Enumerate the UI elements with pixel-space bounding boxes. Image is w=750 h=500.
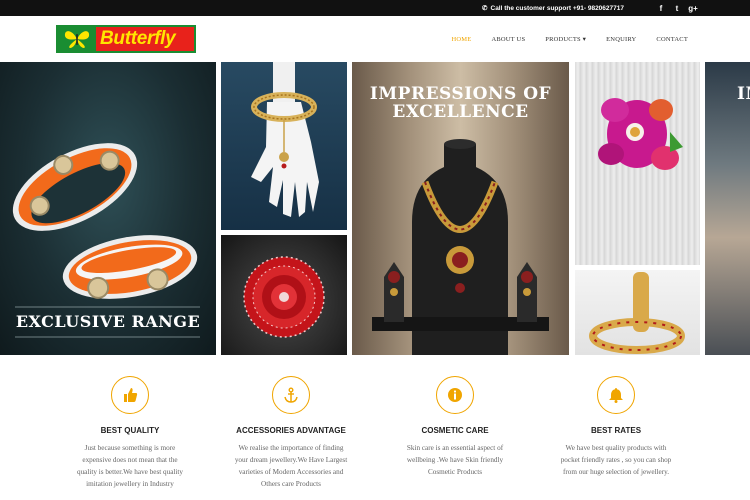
nav-about-us[interactable]: ABOUT US (491, 36, 525, 43)
brand-name: Butterfly (100, 28, 176, 49)
bracelet-image (251, 62, 319, 217)
top-bar: ✆ Call the customer support +91- 9820627… (0, 0, 750, 16)
feature-icon-circle (597, 376, 635, 414)
bell-icon (609, 388, 623, 403)
feature-description: Just because something is more expensive… (55, 442, 205, 490)
support-text: Call the customer support +91- 982062771… (490, 4, 625, 12)
feature-desc-line: your dream jewellery.We Have Largest (234, 456, 348, 464)
nav-products-label: PRODUCTS (545, 36, 581, 43)
feature-cosmetic-care: COSMETIC CARE Skin care is an essential … (380, 376, 530, 478)
customer-support: ✆ Call the customer support +91- 9820627… (482, 4, 625, 13)
gallery-tile-gold-bangles[interactable] (575, 270, 700, 355)
nav-products[interactable]: PRODUCTS ▾ (545, 35, 586, 43)
rose-ring-image (243, 256, 325, 338)
feature-description: We realise the importance of finding you… (216, 442, 366, 490)
gallery-tile-rose-ring[interactable] (221, 235, 347, 355)
feature-desc-line: expensive does not mean that the (82, 456, 178, 464)
caption-impressions-line2: EXCELLENCE (392, 102, 529, 122)
feature-title: ACCESSORIES ADVANTAGE (236, 426, 346, 435)
feature-icon-circle (272, 376, 310, 414)
nav-contact[interactable]: CONTACT (656, 36, 688, 43)
feature-description: Skin care is an essential aspect of well… (380, 442, 530, 478)
gallery-tile-partial[interactable]: IM (705, 62, 750, 355)
feature-title: BEST RATES (590, 426, 642, 435)
butterfly-icon (58, 27, 96, 51)
info-icon (448, 388, 462, 402)
twitter-icon[interactable]: t (672, 4, 682, 13)
features-section: BEST QUALITY Just because something is m… (0, 360, 750, 500)
gallery-tile-necklace[interactable]: IMPRESSIONS OF EXCELLENCE (352, 62, 569, 355)
anchor-icon (284, 387, 298, 403)
nav-enquiry[interactable]: ENQUIRY (606, 36, 636, 43)
feature-desc-line: Skin care is an essential aspect of (406, 444, 504, 452)
nav-home[interactable]: HOME (452, 36, 472, 43)
site-header: Butterfly HOME ABOUT US PRODUCTS ▾ ENQUI… (0, 16, 750, 62)
feature-desc-line: varieties of Modern Accessories and (238, 468, 344, 476)
feature-desc-line: We have best quality products with (565, 444, 667, 452)
gold-bangles-image (589, 272, 685, 354)
feature-best-rates: BEST RATES We have best quality products… (541, 376, 691, 478)
gallery-tile-bracelet[interactable] (221, 62, 347, 230)
feature-desc-line: pocket friendly rates , so you can shop (560, 456, 672, 464)
feature-desc-line: Others care Products (261, 480, 321, 488)
feature-icon-circle (436, 376, 474, 414)
facebook-icon[interactable]: f (656, 4, 666, 13)
feature-desc-line: quality is better.We have best quality (76, 468, 183, 476)
thumbs-up-icon (124, 388, 138, 402)
feature-desc-line: from our huge selection of jewellery. (562, 468, 670, 476)
feature-title: BEST QUALITY (100, 426, 160, 435)
caption-exclusive-range: EXCLUSIVE RANGE (15, 312, 201, 331)
feature-accessories-advantage: ACCESSORIES ADVANTAGE We realise the imp… (216, 376, 366, 490)
feature-desc-line: We realise the importance of finding (238, 444, 344, 452)
feature-best-quality: BEST QUALITY Just because something is m… (55, 376, 205, 490)
gallery-tile-bangles[interactable]: EXCLUSIVE RANGE (0, 62, 216, 355)
product-gallery: EXCLUSIVE RANGE IMPRESSIONS OF EXCELLENC… (0, 62, 750, 355)
feature-desc-line: Cosmetic Products (427, 468, 483, 476)
feature-title: COSMETIC CARE (421, 426, 489, 435)
main-nav: HOME ABOUT US PRODUCTS ▾ ENQUIRY CONTACT (452, 16, 689, 62)
caption-impressions-line1: IMPRESSIONS OF (369, 84, 552, 104)
feature-desc-line: Just because something is more (84, 444, 176, 452)
caption-partial: IM (737, 84, 750, 104)
feature-desc-line: imitation jewellery in Industry (86, 480, 174, 488)
gallery-tile-flower-pin[interactable] (575, 62, 700, 265)
brand-logo[interactable]: Butterfly (56, 25, 196, 53)
phone-icon: ✆ (482, 5, 488, 12)
chevron-down-icon: ▾ (582, 36, 587, 43)
feature-desc-line: wellbeing .We have Skin friendly (406, 456, 504, 464)
flower-pin-image (598, 98, 683, 170)
feature-icon-circle (111, 376, 149, 414)
feature-description: We have best quality products with pocke… (541, 442, 691, 478)
google-plus-icon[interactable]: g+ (688, 4, 698, 13)
